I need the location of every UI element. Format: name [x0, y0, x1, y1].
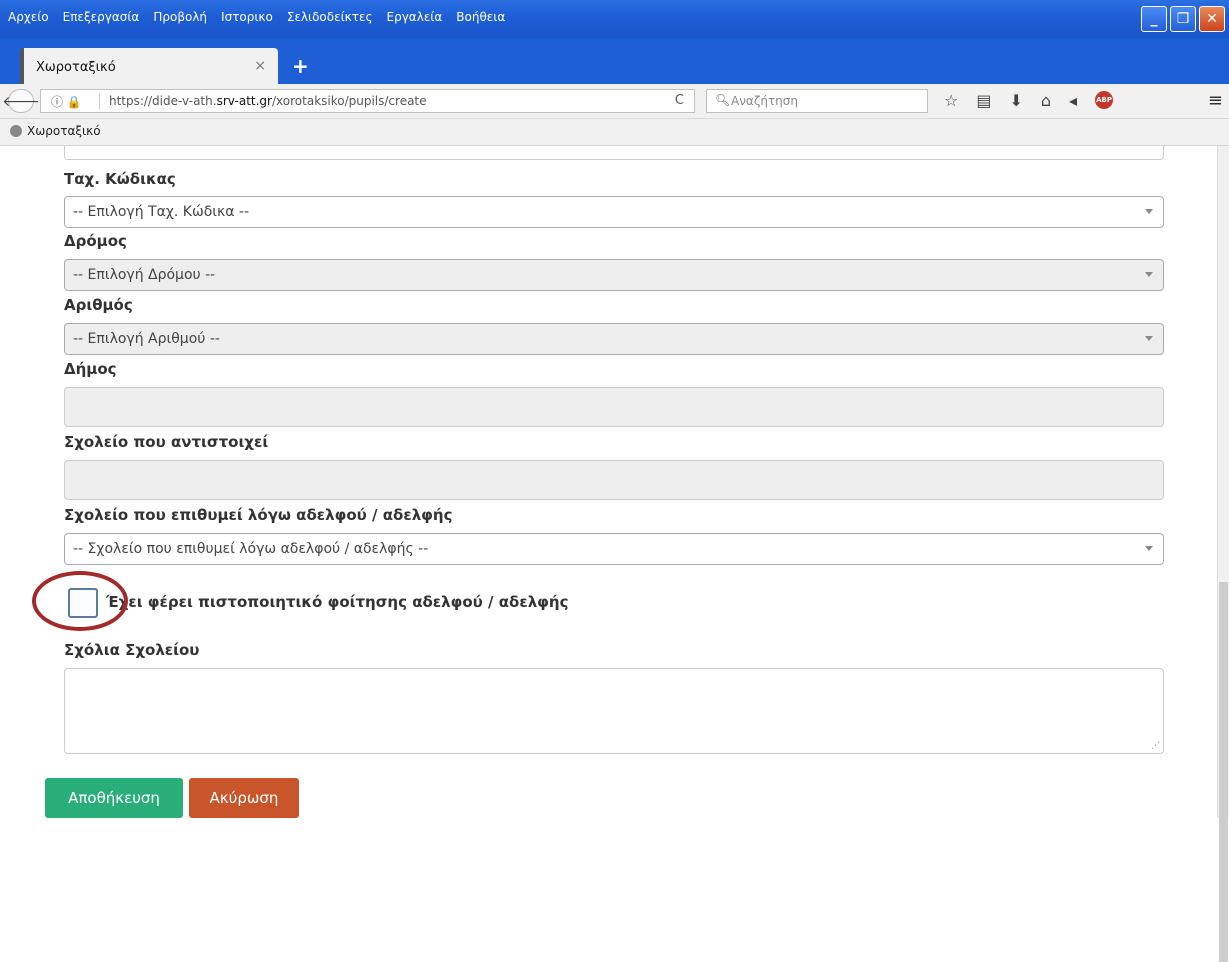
tab-active[interactable]: Χωροταξικό × [20, 48, 278, 84]
minimize-button[interactable]: _ [1141, 6, 1167, 32]
menu-edit[interactable]: Επεξεργασία [63, 10, 140, 24]
number-value: -- Επιλογή Αριθμού -- [73, 331, 220, 347]
search-bar[interactable]: 🔍︎ Αναζήτηση [706, 89, 928, 113]
resize-handle-icon[interactable]: ⋰ [1151, 741, 1160, 751]
certificate-checkbox-label[interactable]: Έχει φέρει πιστοποιητικό φοίτησης αδελφο… [106, 593, 569, 611]
hamburger-menu-icon[interactable]: ≡ [1208, 90, 1223, 111]
menu-tools[interactable]: Εργαλεία [387, 10, 443, 24]
comments-textarea[interactable]: ⋰ [64, 668, 1164, 754]
back-arrow-icon: 🡐 [2, 93, 40, 110]
menu-bar: Αρχείο Επεξεργασία Προβολή Ιστορικο Σελι… [8, 10, 505, 24]
globe-icon [10, 125, 22, 137]
chevron-down-icon [1145, 546, 1153, 551]
site-info-icons[interactable]: ⓘ 🔒 [51, 93, 82, 110]
reload-icon[interactable]: C [675, 93, 684, 108]
chevron-down-icon [1145, 336, 1153, 341]
tab-title: Χωροταξικό [36, 60, 116, 75]
number-label: Αριθμός [64, 296, 133, 314]
school-label: Σχολείο που αντιστοιχεί [64, 433, 269, 451]
sibling-school-label: Σχολείο που επιθυμεί λόγω αδελφού / αδελ… [64, 506, 453, 524]
window-controls: _ ❐ ✕ [1141, 6, 1225, 32]
tab-strip: Χωροταξικό × + [0, 38, 1229, 84]
scrollbar-thumb[interactable] [1219, 582, 1228, 962]
page-content: Ταχ. Κώδικας -- Επιλογή Ταχ. Κώδικα -- Δ… [0, 146, 1218, 818]
sibling-school-value: -- Σχολείο που επιθυμεί λόγω αδελφού / α… [73, 541, 429, 557]
close-window-button[interactable]: ✕ [1199, 6, 1225, 32]
search-icon: 🔍︎ [715, 93, 731, 107]
comments-label: Σχόλια Σχολείου [64, 641, 200, 659]
url-prefix: https://dide-v-ath. [109, 94, 217, 108]
menu-file[interactable]: Αρχείο [8, 10, 49, 24]
url-text[interactable]: https://dide-v-ath.srv-att.gr/xorotaksik… [109, 94, 427, 108]
window-titlebar: Αρχείο Επεξεργασία Προβολή Ιστορικο Σελι… [0, 0, 1229, 38]
back-button[interactable]: 🡐 [2, 89, 40, 113]
sibling-school-select[interactable]: -- Σχολείο που επιθυμεί λόγω αδελφού / α… [64, 533, 1164, 565]
bookmark-item[interactable]: Χωροταξικό [10, 124, 101, 138]
postal-code-label: Ταχ. Κώδικας [64, 170, 176, 188]
vertical-scrollbar[interactable] [1217, 146, 1229, 962]
lock-icon: 🔒 [66, 95, 82, 109]
chevron-down-icon [1145, 209, 1153, 214]
toolbar-icons: ☆ ▤ ⬇ ⌂ ◂ ABP [944, 91, 1114, 110]
postal-code-select[interactable]: -- Επιλογή Ταχ. Κώδικα -- [64, 196, 1164, 228]
previous-field-bottom[interactable] [64, 146, 1164, 160]
url-path: /xorotaksiko/pupils/create [272, 94, 427, 108]
send-icon[interactable]: ◂ [1069, 91, 1077, 110]
restore-button[interactable]: ❐ [1170, 6, 1196, 32]
info-icon[interactable]: ⓘ [51, 95, 63, 109]
bookmark-star-icon[interactable]: ☆ [944, 91, 958, 110]
street-value: -- Επιλογή Δρόμου -- [73, 267, 216, 283]
street-select[interactable]: -- Επιλογή Δρόμου -- [64, 259, 1164, 291]
menu-help[interactable]: Βοήθεια [456, 10, 505, 24]
municipality-label: Δήμος [64, 360, 117, 378]
new-tab-button[interactable]: + [292, 54, 309, 78]
adblock-icon[interactable]: ABP [1095, 91, 1114, 109]
menu-view[interactable]: Προβολή [153, 10, 207, 24]
address-bar[interactable]: ⓘ 🔒 https://dide-v-ath.srv-att.gr/xorota… [40, 89, 695, 113]
street-label: Δρόμος [64, 232, 127, 250]
tab-close-icon[interactable]: × [254, 58, 266, 74]
chevron-down-icon [1145, 272, 1153, 277]
menu-history[interactable]: Ιστορικο [221, 10, 273, 24]
bookmarks-bar: Χωροταξικό [0, 119, 1229, 146]
search-placeholder: Αναζήτηση [731, 94, 798, 108]
school-field[interactable] [64, 460, 1164, 500]
municipality-field[interactable] [64, 387, 1164, 427]
download-icon[interactable]: ⬇ [1009, 91, 1022, 110]
highlight-annotation [32, 571, 128, 631]
save-button[interactable]: Αποθήκευση [45, 778, 183, 818]
number-select[interactable]: -- Επιλογή Αριθμού -- [64, 323, 1164, 355]
url-domain: srv-att.gr [216, 94, 272, 108]
postal-code-value: -- Επιλογή Ταχ. Κώδικα -- [73, 204, 250, 220]
cancel-button[interactable]: Ακύρωση [189, 778, 299, 818]
reading-list-icon[interactable]: ▤ [976, 91, 991, 110]
url-separator [99, 93, 100, 109]
navigation-bar: 🡐 ⓘ 🔒 https://dide-v-ath.srv-att.gr/xoro… [0, 84, 1229, 119]
bookmark-label: Χωροταξικό [27, 124, 101, 138]
home-icon[interactable]: ⌂ [1041, 91, 1051, 110]
menu-bookmarks[interactable]: Σελιδοδείκτες [287, 10, 373, 24]
